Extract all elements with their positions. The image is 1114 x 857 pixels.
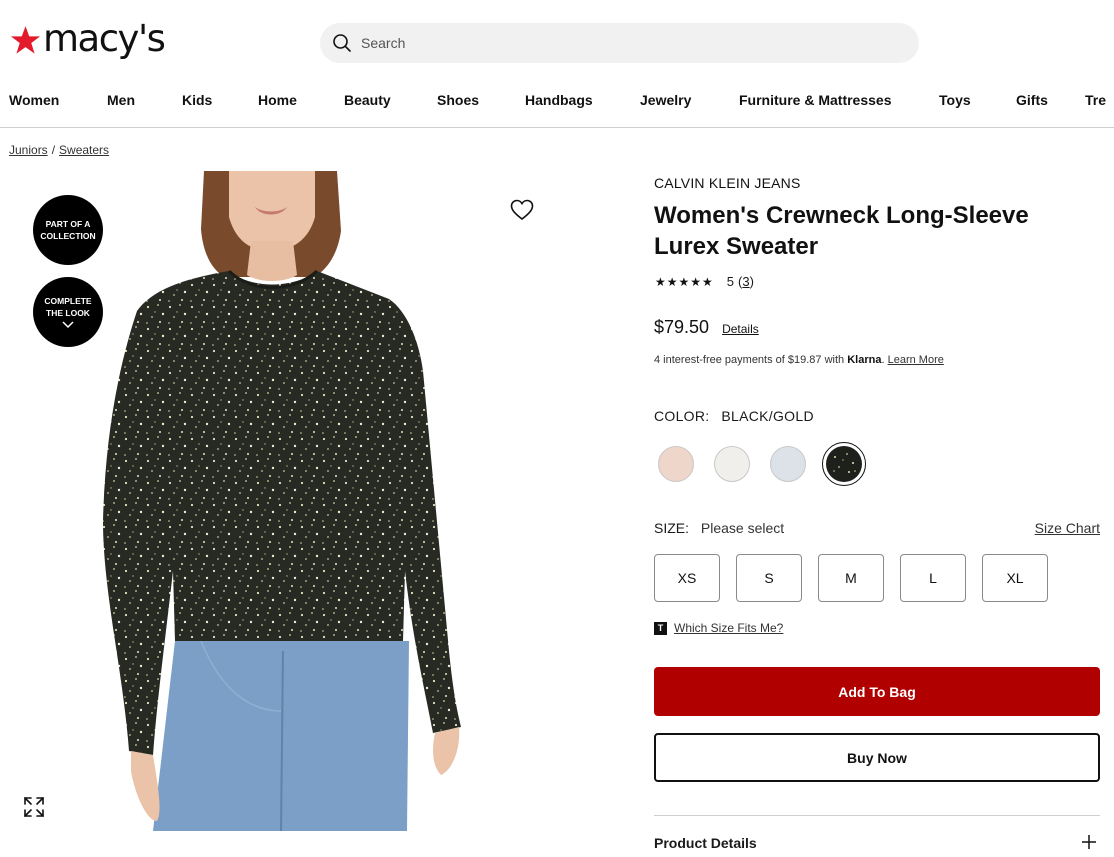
swatch-blush-fill xyxy=(658,446,694,482)
breadcrumb: Juniors / Sweaters xyxy=(9,143,109,157)
size-option-l[interactable]: L xyxy=(900,554,966,602)
size-fit-helper[interactable]: T Which Size Fits Me? xyxy=(654,621,783,635)
chevron-down-icon xyxy=(62,321,74,329)
nav-item-furniture[interactable]: Furniture & Mattresses xyxy=(739,92,939,108)
nav-item-toys[interactable]: Toys xyxy=(939,92,1016,108)
star-rating-icon: ★★★★★ xyxy=(655,274,714,289)
search-icon xyxy=(333,34,351,52)
product-photo[interactable] xyxy=(101,171,463,831)
nav-item-gifts[interactable]: Gifts xyxy=(1016,92,1085,108)
color-label: COLOR: xyxy=(654,408,710,424)
nav-item-men[interactable]: Men xyxy=(107,92,182,108)
swatch-ivory[interactable] xyxy=(710,442,754,486)
search-input[interactable] xyxy=(361,35,881,51)
size-option-xl[interactable]: XL xyxy=(982,554,1048,602)
breadcrumb-juniors[interactable]: Juniors xyxy=(9,143,48,157)
price-details-link[interactable]: Details xyxy=(722,322,759,336)
badge-collection-line1: PART OF A xyxy=(45,219,91,229)
nav-item-women[interactable]: Women xyxy=(9,92,107,108)
product-brand[interactable]: CALVIN KLEIN JEANS xyxy=(654,175,801,191)
search-bar[interactable] xyxy=(320,23,919,63)
size-option-m[interactable]: M xyxy=(818,554,884,602)
size-selector-label: SIZE: Please select Size Chart xyxy=(654,520,1100,536)
size-label: SIZE: xyxy=(654,520,690,536)
size-options: XS S M L XL xyxy=(654,554,1064,602)
size-value: Please select xyxy=(700,520,785,536)
nav-item-beauty[interactable]: Beauty xyxy=(344,92,437,108)
logo-wordmark: macy's xyxy=(43,17,166,60)
product-title: Women's Crewneck Long-Sleeve Lurex Sweat… xyxy=(654,202,1029,260)
size-chart-link[interactable]: Size Chart xyxy=(1035,520,1100,536)
nav-item-handbags[interactable]: Handbags xyxy=(525,92,640,108)
color-swatches xyxy=(654,442,878,486)
expand-icon[interactable] xyxy=(23,796,45,818)
swatch-black-gold[interactable] xyxy=(822,442,866,486)
review-count-value: 3 xyxy=(742,274,750,289)
part-of-collection-badge[interactable]: PART OF A COLLECTION xyxy=(33,195,103,265)
star-icon xyxy=(10,26,41,54)
complete-the-look-badge[interactable]: COMPLETE THE LOOK xyxy=(33,277,103,347)
badge-look-line1: COMPLETE xyxy=(44,296,92,306)
nav-item-kids[interactable]: Kids xyxy=(182,92,258,108)
swatch-light-blue[interactable] xyxy=(766,442,810,486)
badge-look-line2: THE LOOK xyxy=(46,308,90,318)
color-selector-label: COLOR: BLACK/GOLD xyxy=(654,408,814,424)
section-divider xyxy=(654,815,1100,816)
macys-logo[interactable]: macy's xyxy=(9,17,166,60)
fit-predictor-icon: T xyxy=(654,621,667,635)
swatch-blush[interactable] xyxy=(654,442,698,486)
product-rating[interactable]: ★★★★★ 5 (3) xyxy=(655,274,754,289)
nav-item-jewelry[interactable]: Jewelry xyxy=(640,92,739,108)
klarna-text: 4 interest-free payments of $19.87 with xyxy=(654,354,845,366)
product-details-accordion[interactable]: Product Details xyxy=(654,835,1100,851)
swatch-black-gold-fill xyxy=(826,446,862,482)
product-details-label: Product Details xyxy=(654,835,757,851)
price-row: $79.50 Details xyxy=(654,317,759,338)
rating-value: 5 xyxy=(726,274,735,289)
klarna-message: 4 interest-free payments of $19.87 with … xyxy=(654,354,944,366)
breadcrumb-sweaters[interactable]: Sweaters xyxy=(59,143,109,157)
klarna-learn-more-link[interactable]: Learn More xyxy=(888,354,944,366)
site-header: macy's Women Men Kids Home Beauty Shoes … xyxy=(0,0,1114,128)
swatch-ivory-fill xyxy=(714,446,750,482)
buy-now-button[interactable]: Buy Now xyxy=(654,733,1100,782)
klarna-brand: Klarna xyxy=(847,354,882,366)
size-option-xs[interactable]: XS xyxy=(654,554,720,602)
review-count[interactable]: (3) xyxy=(738,274,754,289)
nav-item-shoes[interactable]: Shoes xyxy=(437,92,525,108)
plus-icon xyxy=(1082,835,1096,849)
size-option-s[interactable]: S xyxy=(736,554,802,602)
add-to-bag-button[interactable]: Add To Bag xyxy=(654,667,1100,716)
badge-collection-line2: COLLECTION xyxy=(40,231,96,241)
product-image-area: PART OF A COLLECTION COMPLETE THE LOOK xyxy=(0,171,560,831)
heart-icon[interactable] xyxy=(510,199,534,221)
category-nav: Women Men Kids Home Beauty Shoes Handbag… xyxy=(9,92,1106,108)
product-price: $79.50 xyxy=(654,317,710,337)
which-size-fits-link[interactable]: Which Size Fits Me? xyxy=(674,621,783,635)
nav-item-trending[interactable]: Tre xyxy=(1085,92,1106,108)
color-value: BLACK/GOLD xyxy=(721,408,814,424)
breadcrumb-separator: / xyxy=(51,143,56,157)
swatch-light-blue-fill xyxy=(770,446,806,482)
nav-item-home[interactable]: Home xyxy=(258,92,344,108)
